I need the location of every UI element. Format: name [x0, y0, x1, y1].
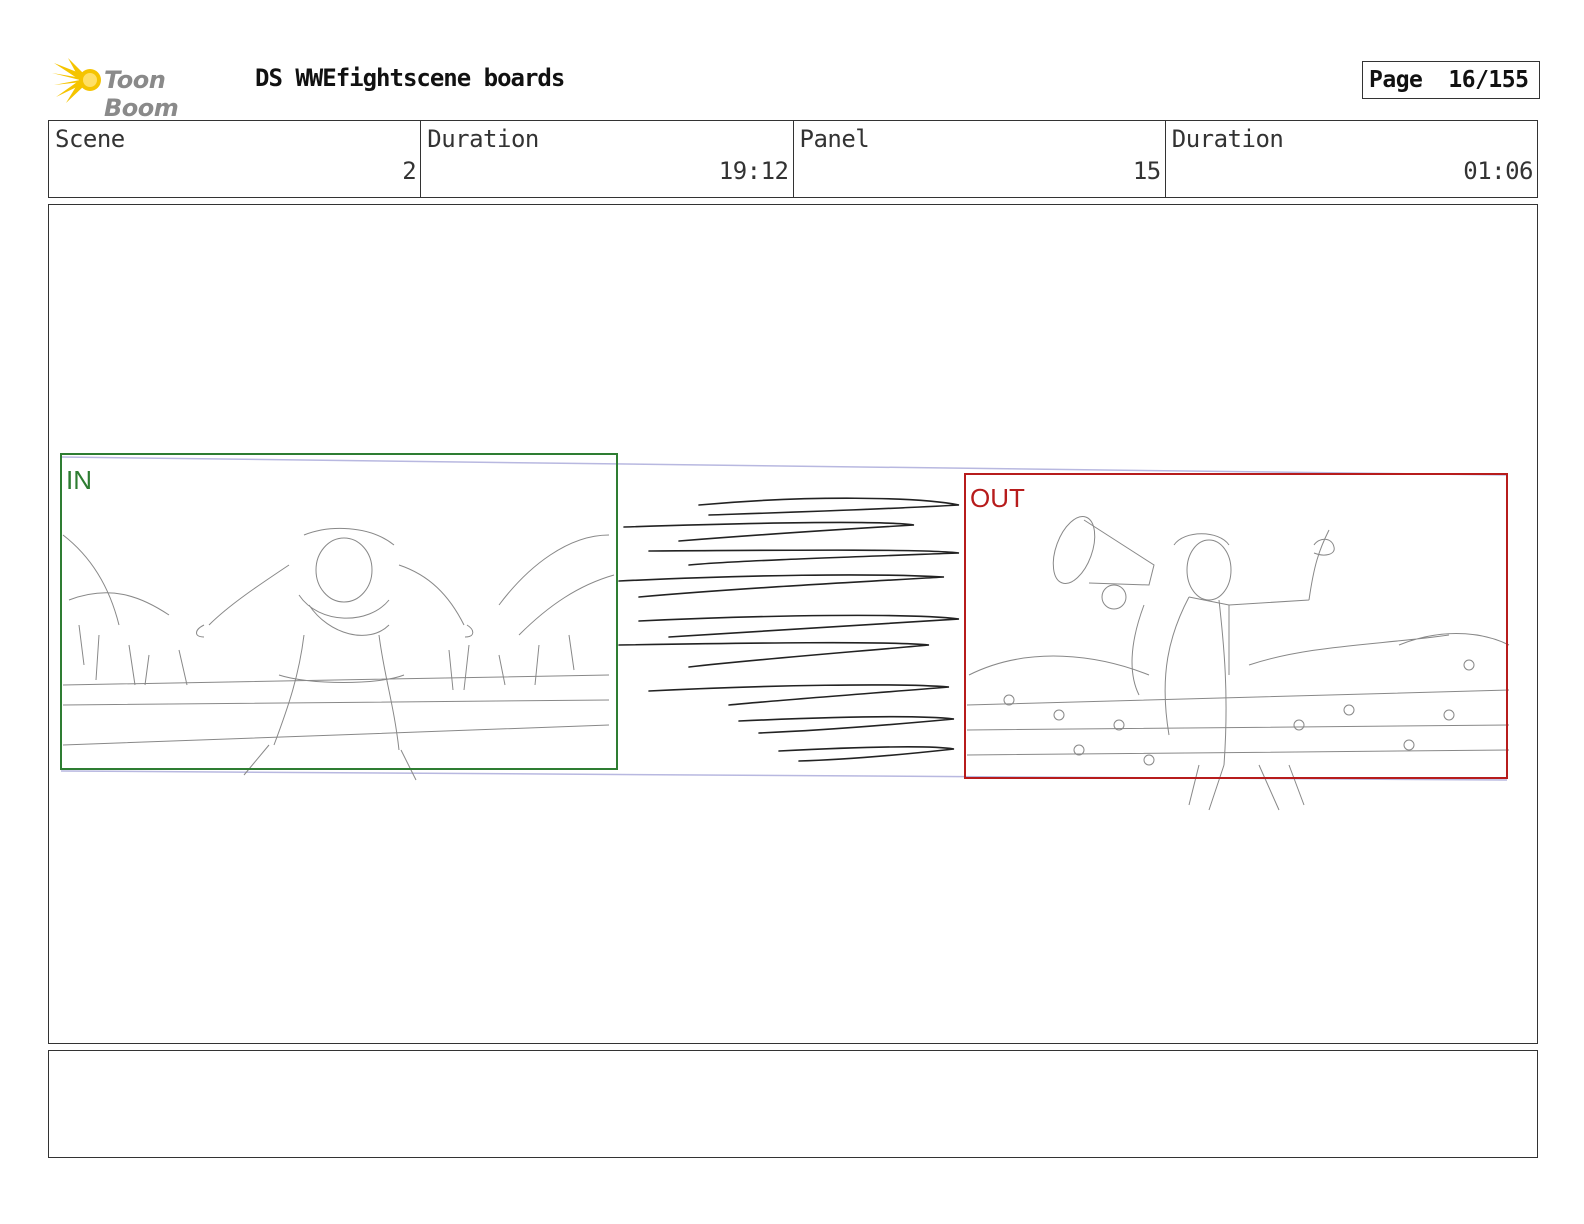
panel-notes: [48, 1050, 1538, 1158]
panel-sketch: IN OUT: [60, 453, 1510, 811]
scene-duration-cell: Duration 19:12: [421, 121, 794, 197]
scene-duration-label: Duration: [427, 125, 539, 153]
announcer-sketch: [966, 516, 1510, 811]
panel-cell: Panel 15: [794, 121, 1166, 197]
speed-lines: [618, 497, 960, 762]
scene-cell: Scene 2: [49, 121, 422, 197]
page-label: Page: [1369, 67, 1423, 93]
in-label: IN: [66, 465, 92, 495]
panel-value: 15: [1132, 157, 1161, 185]
scene-label: Scene: [55, 125, 125, 153]
page-indicator: Page 16/155: [1362, 61, 1540, 99]
sun-burst-icon: [52, 58, 101, 103]
scene-value: 2: [402, 157, 417, 185]
out-label: OUT: [970, 483, 1025, 513]
panel-duration-cell: Duration 01:06: [1166, 121, 1537, 197]
panel-duration-label: Duration: [1171, 125, 1284, 153]
scene-info-table: Scene 2 Duration 19:12 Panel 15 Duration…: [48, 120, 1538, 198]
scene-duration-value: 19:12: [718, 157, 789, 185]
wrestler-sketch: [62, 527, 615, 781]
page-number: 16/155: [1448, 67, 1529, 93]
panel-duration-value: 01:06: [1463, 157, 1533, 185]
logo-text: Toon Boom: [104, 66, 179, 122]
document-title: DS WWEfightscene boards: [255, 64, 565, 92]
page-header: Toon Boom DS WWEfightscene boards Page 16…: [52, 55, 1540, 122]
storyboard-panel: IN OUT: [48, 204, 1538, 1044]
out-frame: [964, 473, 1508, 779]
toon-boom-logo: Toon Boom: [52, 55, 242, 122]
in-frame: [60, 453, 618, 770]
panel-label: Panel: [799, 125, 870, 153]
